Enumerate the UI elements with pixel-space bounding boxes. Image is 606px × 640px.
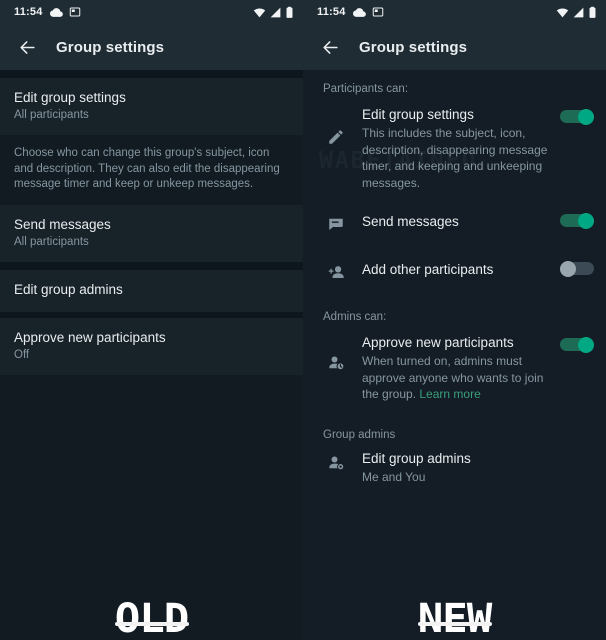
toggle-edit-group-settings[interactable] bbox=[560, 106, 594, 125]
message-glyph bbox=[329, 218, 343, 230]
new-screen-body: WABETAINFO Participants can: Edit group … bbox=[303, 70, 606, 640]
signal-icon bbox=[573, 7, 584, 17]
battery-icon bbox=[286, 6, 293, 18]
setting-text-block: Approve new participants When turned on,… bbox=[349, 334, 560, 403]
list-item-subtitle: Off bbox=[14, 348, 30, 361]
section-label-admins: Admins can: bbox=[323, 311, 387, 323]
old-version-tag: OLD bbox=[114, 596, 189, 640]
comparison-stage: 11:54 Group settings Edit group settings… bbox=[0, 0, 606, 640]
setting-subtitle: When turned on, admins must approve anyo… bbox=[362, 353, 552, 403]
switch-on[interactable] bbox=[560, 337, 594, 353]
status-bar-time: 11:54 bbox=[317, 6, 346, 18]
setting-title: Edit group admins bbox=[362, 450, 471, 466]
status-bar-notification-icons bbox=[49, 6, 81, 19]
gesture-nav-pill[interactable] bbox=[417, 622, 492, 626]
list-gap-top bbox=[0, 70, 303, 78]
setting-title: Send messages bbox=[362, 214, 459, 229]
old-screen-panel: 11:54 Group settings Edit group settings… bbox=[0, 0, 303, 640]
toggle-approve-new-participants[interactable] bbox=[560, 334, 594, 353]
switch-knob bbox=[578, 109, 594, 125]
old-screen-body: Edit group settings All participants Cho… bbox=[0, 70, 303, 640]
toggle-add-other-participants[interactable] bbox=[560, 261, 594, 277]
app-bar: Group settings bbox=[303, 24, 606, 70]
list-item-title: Approve new participants bbox=[14, 329, 166, 345]
page-title: Group settings bbox=[359, 38, 468, 56]
back-arrow-glyph bbox=[322, 40, 338, 54]
person-add-glyph bbox=[328, 266, 344, 279]
pencil-icon bbox=[323, 106, 349, 146]
list-item-edit-group-settings[interactable]: Edit group settings All participants bbox=[0, 78, 303, 135]
setting-title: Approve new participants bbox=[362, 335, 514, 350]
wifi-icon bbox=[556, 7, 569, 17]
person-clock-icon bbox=[323, 334, 349, 373]
setting-row-add-other-participants[interactable]: Add other participants bbox=[303, 254, 606, 294]
screenshot-icon bbox=[69, 7, 80, 17]
setting-text-block: Edit group settings This includes the su… bbox=[349, 106, 560, 191]
page-title: Group settings bbox=[56, 38, 165, 56]
person-gear-icon bbox=[323, 450, 349, 473]
setting-title: Add other participants bbox=[362, 262, 494, 277]
setting-row-edit-group-admins[interactable]: Edit group admins Me and You bbox=[303, 445, 606, 493]
switch-knob bbox=[578, 337, 594, 353]
pencil-glyph bbox=[329, 130, 343, 144]
list-item-approve-new-participants[interactable]: Approve new participants Off bbox=[0, 317, 303, 375]
gesture-nav-pill[interactable] bbox=[114, 622, 189, 626]
list-item-edit-group-admins[interactable]: Edit group admins bbox=[0, 269, 303, 312]
status-bar-notification-icons bbox=[352, 6, 384, 19]
status-bar-system-icons bbox=[253, 6, 294, 19]
app-bar: Group settings bbox=[0, 24, 303, 70]
switch-knob bbox=[560, 261, 576, 277]
list-item-subtitle: All participants bbox=[14, 109, 89, 121]
list-item-title: Edit group settings bbox=[14, 90, 126, 105]
setting-row-edit-group-settings[interactable]: Edit group settings This includes the su… bbox=[303, 99, 606, 198]
list-item-title: Send messages bbox=[14, 216, 111, 232]
setting-row-approve-new-participants[interactable]: Approve new participants When turned on,… bbox=[303, 327, 606, 410]
old-settings-list: Edit group settings All participants Cho… bbox=[0, 70, 303, 640]
setting-text-block: Edit group admins Me and You bbox=[349, 450, 594, 486]
switch-knob bbox=[578, 213, 594, 229]
signal-icon bbox=[270, 7, 281, 17]
back-arrow-icon[interactable] bbox=[317, 34, 343, 60]
message-icon bbox=[323, 213, 349, 233]
list-item-title: Edit group admins bbox=[14, 281, 123, 297]
switch-on[interactable] bbox=[560, 109, 594, 125]
list-item-send-messages[interactable]: Send messages All participants bbox=[0, 204, 303, 262]
back-arrow-glyph bbox=[19, 40, 35, 54]
learn-more-link[interactable]: Learn more bbox=[419, 387, 480, 401]
person-gear-glyph bbox=[328, 456, 344, 470]
setting-subtitle: This includes the subject, icon, descrip… bbox=[362, 126, 548, 190]
cloud-icon bbox=[352, 7, 366, 17]
switch-on[interactable] bbox=[560, 213, 594, 229]
switch-off[interactable] bbox=[560, 261, 594, 277]
wifi-icon bbox=[253, 7, 266, 17]
list-item-subtitle: All participants bbox=[14, 235, 89, 248]
status-bar-time: 11:54 bbox=[14, 6, 43, 18]
person-clock-glyph bbox=[328, 356, 344, 371]
setting-row-send-messages[interactable]: Send messages bbox=[303, 206, 606, 246]
toggle-send-messages[interactable] bbox=[560, 213, 594, 229]
back-arrow-icon[interactable] bbox=[14, 34, 40, 60]
person-add-icon bbox=[323, 261, 349, 282]
section-label-group-admins: Group admins bbox=[323, 428, 396, 441]
new-screen-panel: 11:54 Group settings WABETAINFO Particip… bbox=[303, 0, 606, 640]
list-gap-middle bbox=[0, 261, 303, 270]
setting-title: Edit group settings bbox=[362, 107, 474, 122]
screenshot-icon bbox=[372, 7, 383, 17]
setting-subtitle: Me and You bbox=[362, 469, 426, 484]
status-bar: 11:54 bbox=[0, 0, 303, 24]
status-bar-system-icons bbox=[556, 6, 597, 19]
battery-icon bbox=[589, 6, 596, 18]
setting-text-block: Add other participants bbox=[349, 261, 560, 279]
status-bar: 11:54 bbox=[303, 0, 606, 24]
new-version-tag: NEW bbox=[417, 596, 492, 640]
cloud-icon bbox=[49, 7, 63, 17]
setting-text-block: Send messages bbox=[349, 213, 560, 231]
list-description-text: Choose who can change this group's subje… bbox=[0, 135, 303, 205]
section-label-participants: Participants can: bbox=[323, 83, 409, 95]
